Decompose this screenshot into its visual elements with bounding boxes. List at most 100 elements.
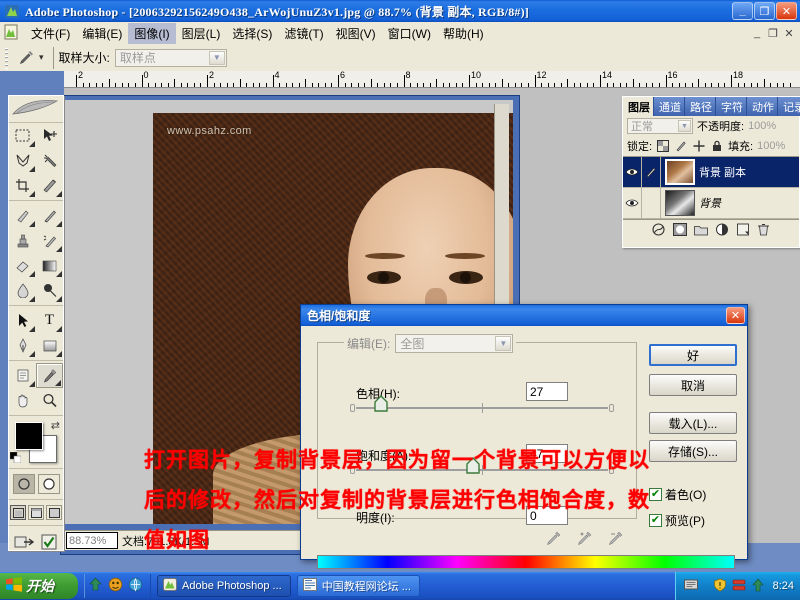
- taskbar-item-browser[interactable]: 中国教程网论坛 ...: [296, 575, 420, 597]
- menu-help[interactable]: 帮助(H): [437, 23, 490, 44]
- update-icon[interactable]: [751, 578, 765, 595]
- history-brush-tool[interactable]: [36, 228, 63, 253]
- path-selection-tool[interactable]: [9, 308, 36, 333]
- move-lock-icon[interactable]: [692, 139, 706, 153]
- mdi-close-button[interactable]: ✕: [782, 27, 796, 40]
- fill-value[interactable]: 100%: [757, 140, 785, 152]
- eraser-tool[interactable]: [9, 253, 36, 278]
- blend-mode-select[interactable]: 正常 ▼: [627, 118, 693, 134]
- type-tool[interactable]: T: [36, 308, 63, 333]
- zoom-level-input[interactable]: 88.73%: [66, 532, 118, 549]
- ime-icon[interactable]: [683, 578, 698, 594]
- minimize-button[interactable]: _: [732, 2, 753, 20]
- close-button[interactable]: ✕: [776, 2, 797, 20]
- swap-colors-icon[interactable]: ⇄: [51, 419, 60, 432]
- gradient-tool[interactable]: [36, 253, 63, 278]
- layer-thumbnail[interactable]: [665, 159, 695, 185]
- standard-mode-button[interactable]: [12, 474, 35, 494]
- move-tool[interactable]: [36, 123, 63, 148]
- layer-thumbnail[interactable]: [665, 190, 695, 216]
- zoom-tool[interactable]: [36, 388, 63, 413]
- tab-character[interactable]: 字符: [716, 97, 747, 116]
- transparency-lock-icon[interactable]: [656, 139, 670, 153]
- healing-brush-tool[interactable]: [9, 203, 36, 228]
- menu-edit[interactable]: 编辑(E): [76, 23, 128, 44]
- ok-button[interactable]: 好: [649, 344, 737, 366]
- maximize-button[interactable]: ❐: [754, 2, 775, 20]
- layer-link-placeholder[interactable]: [642, 188, 661, 218]
- opacity-value[interactable]: 100%: [748, 120, 776, 132]
- new-layer-icon[interactable]: [736, 222, 750, 236]
- layer-visibility-icon[interactable]: [623, 157, 642, 187]
- paint-lock-icon[interactable]: [674, 139, 688, 153]
- layer-visibility-icon[interactable]: [623, 188, 642, 218]
- load-button[interactable]: 载入(L)...: [649, 412, 737, 434]
- full-screen-menubar-button[interactable]: [28, 505, 44, 520]
- hue-input[interactable]: 27: [526, 382, 568, 401]
- clone-stamp-tool[interactable]: [9, 228, 36, 253]
- imageready-icon[interactable]: [39, 532, 59, 551]
- delete-layer-icon[interactable]: [757, 222, 771, 236]
- eyedropper-icon[interactable]: [545, 530, 562, 550]
- toolbox-header[interactable]: [9, 96, 63, 123]
- table-row[interactable]: 背景 副本: [623, 157, 799, 188]
- foreground-color-swatch[interactable]: [15, 422, 43, 450]
- menu-layer[interactable]: 图层(L): [176, 23, 227, 44]
- dialog-title-bar[interactable]: 色相/饱和度 ✕: [301, 305, 747, 326]
- quicklaunch-icon-3[interactable]: [128, 577, 143, 595]
- new-group-icon[interactable]: [693, 222, 708, 236]
- jump-to-imageready-icon[interactable]: [13, 532, 35, 551]
- menu-image[interactable]: 图像(I): [128, 22, 176, 44]
- tab-layers[interactable]: 图层: [623, 97, 654, 116]
- tab-actions[interactable]: 动作: [747, 97, 778, 116]
- preview-checkbox-row[interactable]: ✔ 预览(P): [649, 512, 705, 529]
- shield-icon[interactable]: [713, 578, 727, 595]
- default-colors-icon[interactable]: [9, 451, 22, 464]
- quick-mask-mode-button[interactable]: [37, 474, 60, 494]
- adjustment-layer-icon[interactable]: [715, 222, 729, 236]
- tab-channels[interactable]: 通道: [654, 97, 685, 116]
- table-row[interactable]: 背景: [623, 188, 799, 219]
- taskbar-item-photoshop[interactable]: Adobe Photoshop ...: [157, 575, 291, 597]
- edit-channel-select[interactable]: 全图 ▼: [395, 334, 514, 353]
- mdi-restore-button[interactable]: ❐: [766, 27, 780, 40]
- save-button[interactable]: 存储(S)...: [649, 440, 737, 462]
- eyedropper-tool[interactable]: [36, 363, 63, 388]
- all-lock-icon[interactable]: [710, 139, 724, 153]
- tool-preset-chevron-icon[interactable]: ▾: [39, 52, 44, 63]
- menu-view[interactable]: 视图(V): [330, 23, 382, 44]
- colorize-checkbox-row[interactable]: ✔ 着色(O): [649, 486, 706, 503]
- colorize-checkbox[interactable]: ✔: [649, 488, 662, 501]
- blur-tool[interactable]: [9, 278, 36, 303]
- eyedropper-icon[interactable]: [13, 49, 39, 67]
- shape-tool[interactable]: [36, 333, 63, 358]
- tab-history[interactable]: 记录: [778, 97, 800, 116]
- menu-window[interactable]: 窗口(W): [382, 23, 437, 44]
- standard-screen-mode-button[interactable]: [10, 505, 26, 520]
- dialog-close-button[interactable]: ✕: [726, 307, 745, 324]
- network-icon[interactable]: [732, 578, 746, 595]
- tab-paths[interactable]: 路径: [685, 97, 716, 116]
- preview-checkbox[interactable]: ✔: [649, 514, 662, 527]
- options-bar-grip[interactable]: [2, 46, 11, 69]
- magic-wand-tool[interactable]: [36, 148, 63, 173]
- eyedropper-minus-icon[interactable]: [607, 530, 624, 550]
- pen-tool[interactable]: [9, 333, 36, 358]
- clock[interactable]: 8:24: [773, 580, 794, 592]
- hand-tool[interactable]: [9, 388, 36, 413]
- mdi-minimize-button[interactable]: _: [750, 27, 764, 40]
- layer-mask-icon[interactable]: [672, 222, 687, 236]
- menu-file[interactable]: 文件(F): [25, 23, 76, 44]
- cancel-button[interactable]: 取消: [649, 374, 737, 396]
- sample-size-select[interactable]: 取样点 ▼: [114, 48, 227, 67]
- eyedropper-plus-icon[interactable]: [576, 530, 593, 550]
- brush-tool[interactable]: [36, 203, 63, 228]
- menu-filter[interactable]: 滤镜(T): [278, 23, 329, 44]
- quicklaunch-icon-1[interactable]: [88, 577, 103, 595]
- menu-select[interactable]: 选择(S): [226, 23, 278, 44]
- slice-tool[interactable]: [36, 173, 63, 198]
- lasso-tool[interactable]: [9, 148, 36, 173]
- dodge-tool[interactable]: [36, 278, 63, 303]
- hue-slider-track[interactable]: [350, 395, 614, 413]
- layer-brush-icon[interactable]: [642, 157, 661, 187]
